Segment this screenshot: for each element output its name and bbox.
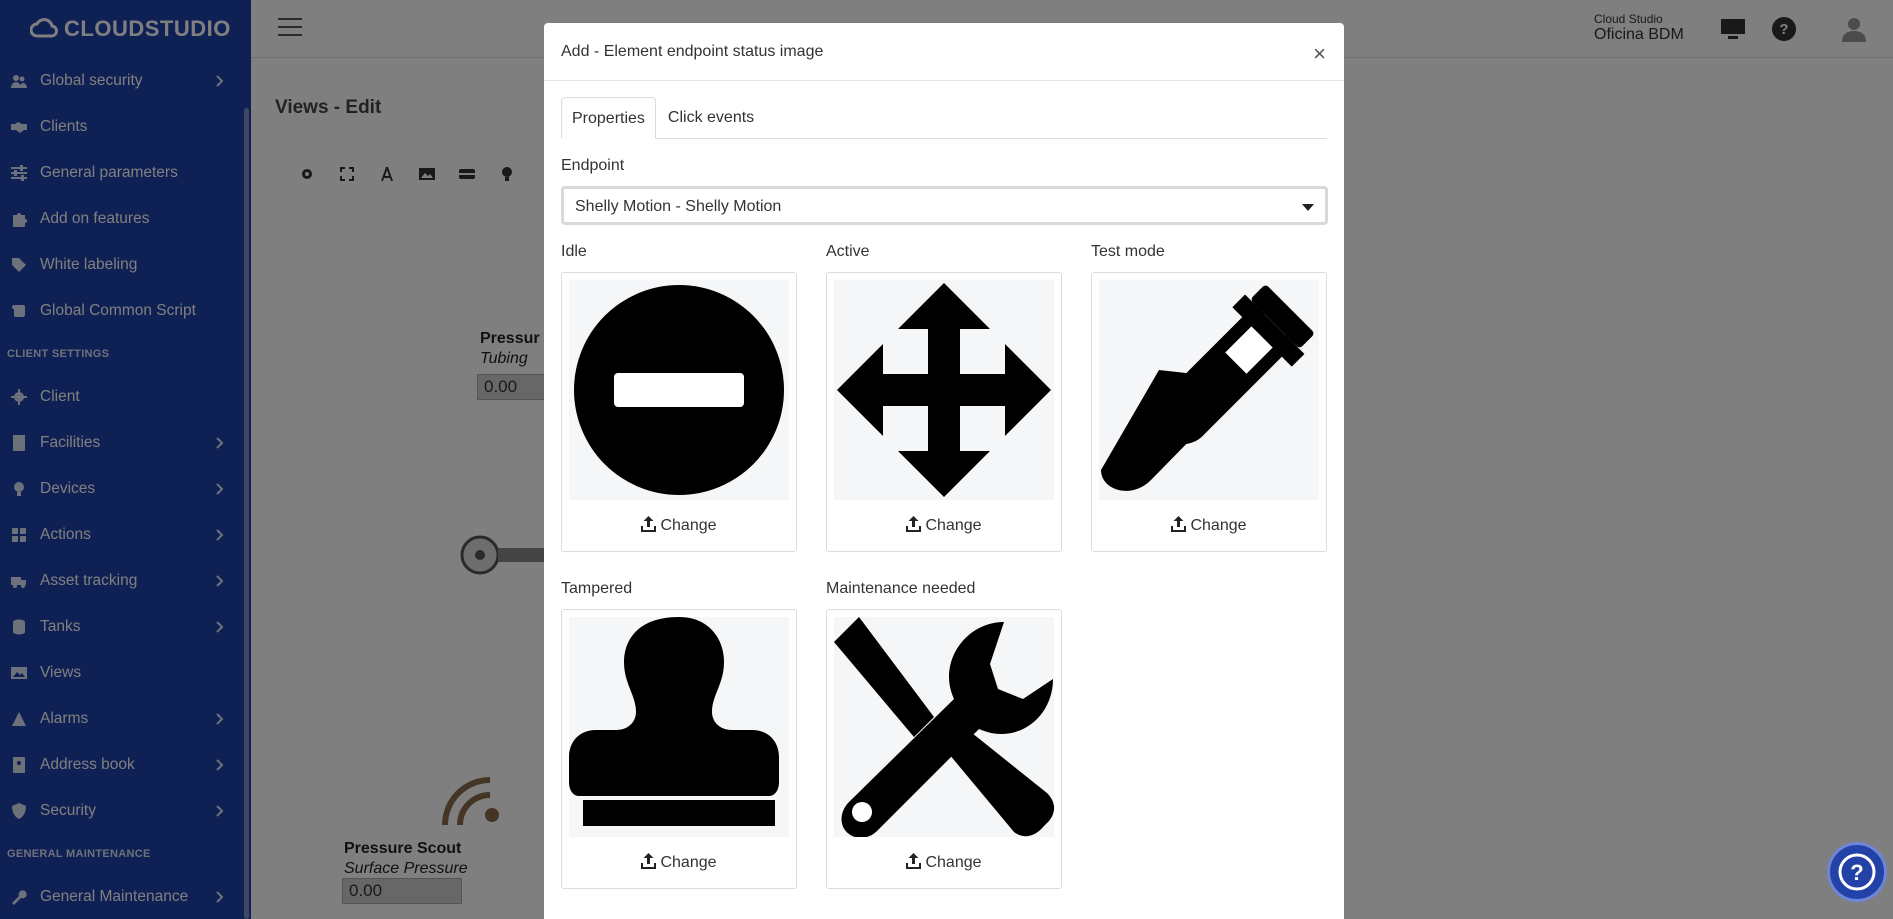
- state-label-tampered: Tampered: [561, 580, 633, 597]
- minus-circle-icon: [569, 280, 789, 500]
- tab-properties[interactable]: Properties: [561, 97, 656, 139]
- change-image-button[interactable]: Change: [827, 516, 1061, 535]
- change-label: Change: [1190, 517, 1247, 534]
- tab-click-events[interactable]: Click events: [658, 97, 764, 138]
- endpoint-select[interactable]: Shelly Motion - Shelly Motion: [561, 186, 1328, 225]
- modal-title: Add - Element endpoint status image: [561, 43, 824, 60]
- change-image-button[interactable]: Change: [562, 516, 796, 535]
- change-label: Change: [660, 517, 717, 534]
- help-chat-button[interactable]: ?: [1827, 842, 1887, 902]
- upload-icon: [906, 516, 922, 532]
- upload-icon: [1171, 516, 1187, 532]
- state-label-active: Active: [826, 243, 870, 260]
- question-circle-icon: ?: [1838, 853, 1876, 891]
- state-label-test-mode: Test mode: [1091, 243, 1165, 260]
- upload-icon: [641, 516, 657, 532]
- stamp-icon: [569, 617, 789, 837]
- change-image-button[interactable]: Change: [562, 853, 796, 872]
- svg-text:?: ?: [1850, 860, 1863, 885]
- endpoint-label: Endpoint: [561, 157, 625, 174]
- state-image-test-mode: Change: [1091, 272, 1327, 552]
- modal-header: Add - Element endpoint status image ×: [544, 23, 1344, 81]
- arrows-move-icon: [834, 280, 1054, 500]
- state-image-tampered: Change: [561, 609, 797, 889]
- change-image-button[interactable]: Change: [827, 853, 1061, 872]
- state-label-maintenance-needed: Maintenance needed: [826, 580, 976, 597]
- change-image-button[interactable]: Change: [1092, 516, 1326, 535]
- change-label: Change: [925, 517, 982, 534]
- change-label: Change: [925, 854, 982, 871]
- endpoint-status-image-dialog: Add - Element endpoint status image × Pr…: [544, 23, 1344, 919]
- close-icon[interactable]: ×: [1313, 41, 1326, 67]
- state-image-idle: Change: [561, 272, 797, 552]
- state-label-idle: Idle: [561, 243, 587, 260]
- change-label: Change: [660, 854, 717, 871]
- endpoint-select-value: Shelly Motion - Shelly Motion: [575, 198, 782, 215]
- tools-icon: [834, 617, 1054, 837]
- upload-icon: [906, 853, 922, 869]
- test-tube-icon: [1099, 280, 1319, 500]
- state-image-active: Change: [826, 272, 1062, 552]
- state-image-maintenance-needed: Change: [826, 609, 1062, 889]
- upload-icon: [641, 853, 657, 869]
- modal-tabs: Properties Click events: [561, 97, 1327, 139]
- caret-down-icon: [1302, 204, 1314, 211]
